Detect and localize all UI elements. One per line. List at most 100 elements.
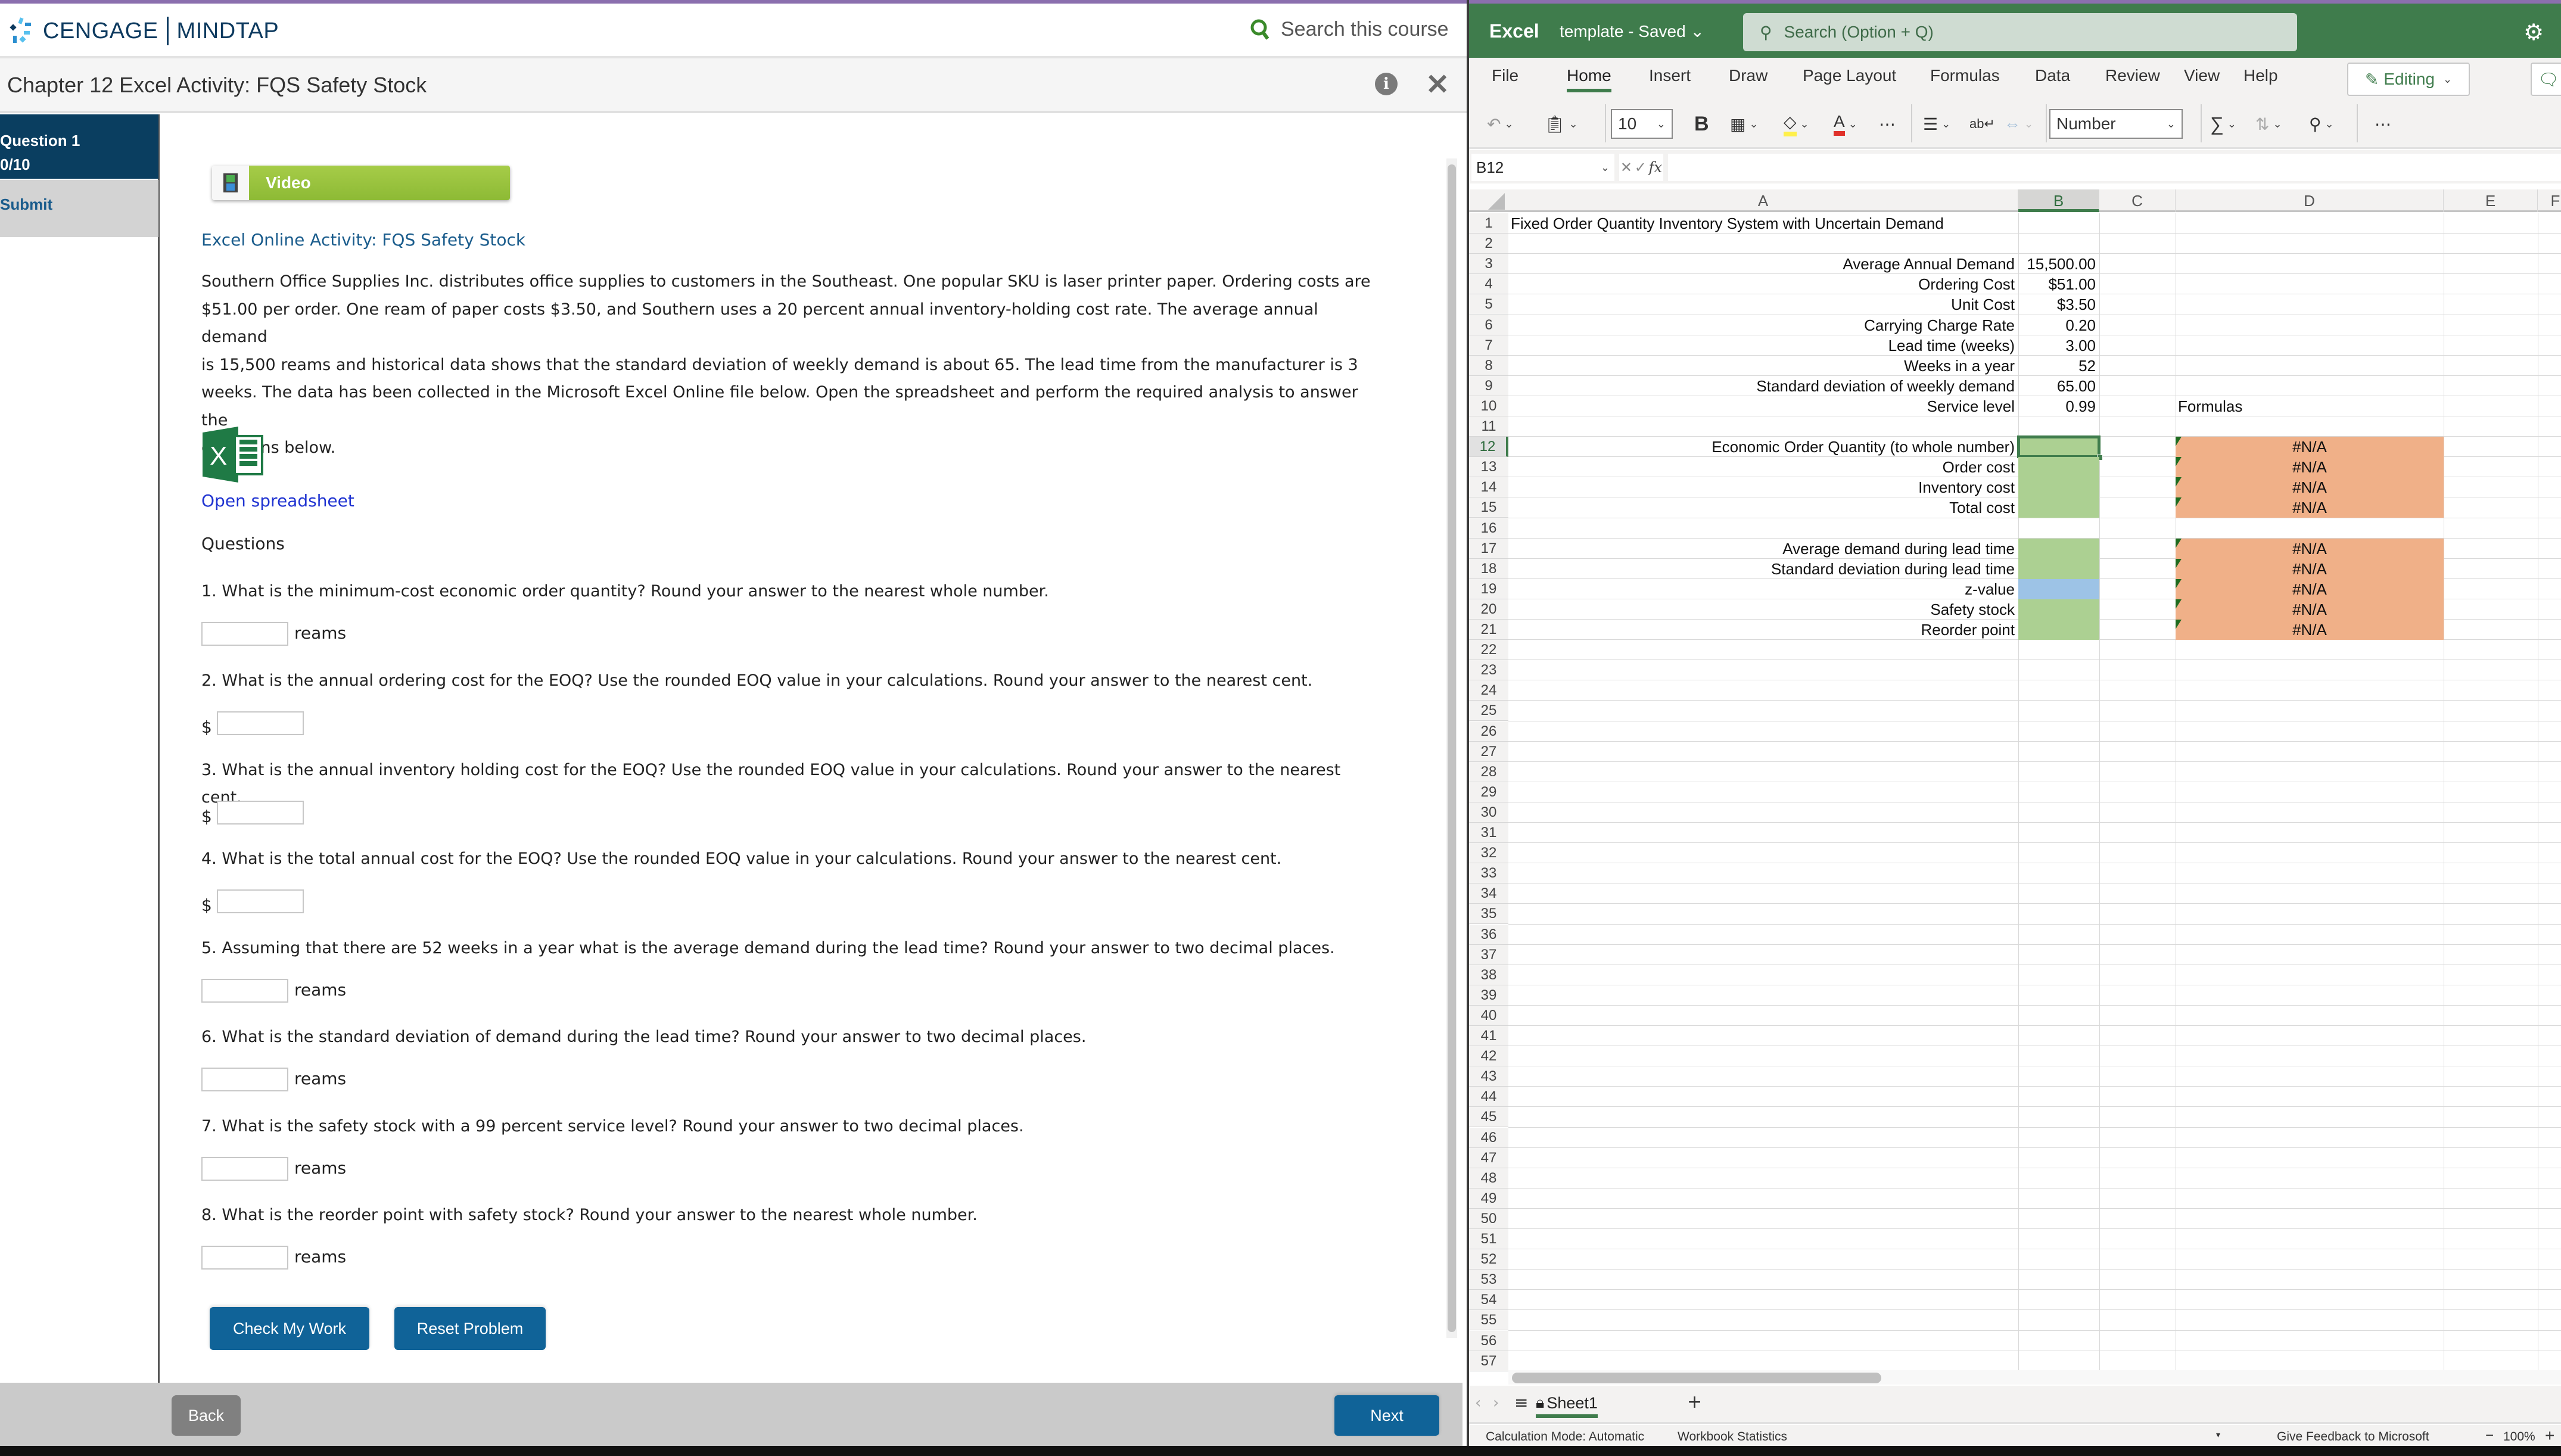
active-cell-cursor[interactable] xyxy=(2017,435,2101,459)
row-header[interactable]: 48 xyxy=(1469,1168,1508,1189)
prev-sheet-icon[interactable]: ‹ xyxy=(1475,1394,1481,1412)
cell-a3[interactable]: Average Annual Demand xyxy=(1508,254,2018,274)
ribbon-tab-formulas[interactable]: Formulas xyxy=(1930,66,2000,85)
fill-color-button[interactable]: ◇ ⌄ xyxy=(1784,109,1809,139)
cell-b8[interactable]: 52 xyxy=(2018,356,2099,376)
cell-b7[interactable]: 3.00 xyxy=(2018,335,2099,356)
borders-button[interactable]: ▦ ⌄ xyxy=(1730,109,1759,139)
cell-a13[interactable]: Order cost xyxy=(1508,457,2018,477)
cell-a19[interactable]: z-value xyxy=(1508,579,2018,599)
cell-a1[interactable]: Fixed Order Quantity Inventory System wi… xyxy=(1511,213,1944,234)
excel-app-name[interactable]: Excel xyxy=(1489,20,1539,42)
row-header[interactable]: 2 xyxy=(1469,234,1508,254)
row-header[interactable]: 5 xyxy=(1469,294,1508,315)
select-all-corner[interactable] xyxy=(1469,189,1508,212)
row-header[interactable]: 40 xyxy=(1469,1005,1508,1026)
cell-d14[interactable]: #N/A xyxy=(2176,477,2444,498)
gear-icon[interactable]: ⚙ xyxy=(2523,19,2544,45)
sidebar-item-question-1[interactable]: Question 1 0/10 xyxy=(0,114,158,179)
all-sheets-icon[interactable]: ≡ xyxy=(1514,1393,1528,1413)
cell-b20[interactable] xyxy=(2018,599,2099,620)
cell-b13[interactable] xyxy=(2018,457,2099,478)
row-header[interactable]: 55 xyxy=(1469,1310,1508,1331)
row-header[interactable]: 51 xyxy=(1469,1229,1508,1249)
error-indicator-icon[interactable] xyxy=(2176,578,2182,589)
row-header[interactable]: 3 xyxy=(1469,254,1508,275)
row-header[interactable]: 11 xyxy=(1469,416,1508,437)
font-color-button[interactable]: A ⌄ xyxy=(1834,109,1857,139)
cell-d15[interactable]: #N/A xyxy=(2176,497,2444,518)
find-button[interactable]: ⚲ ⌄ xyxy=(2309,109,2334,139)
row-header[interactable]: 6 xyxy=(1469,315,1508,335)
column-header-f[interactable]: F xyxy=(2538,189,2561,212)
error-indicator-icon[interactable] xyxy=(2176,437,2182,447)
back-button[interactable]: Back xyxy=(172,1395,241,1436)
ribbon-tab-review[interactable]: Review xyxy=(2105,66,2160,85)
font-size-select[interactable]: 10 ⌄ xyxy=(1611,109,1673,139)
cell-a14[interactable]: Inventory cost xyxy=(1508,477,2018,497)
row-header[interactable]: 54 xyxy=(1469,1290,1508,1311)
bold-button[interactable]: B xyxy=(1694,109,1709,139)
ribbon-tab-draw[interactable]: Draw xyxy=(1729,66,1768,85)
row-header[interactable]: 36 xyxy=(1469,924,1508,945)
next-sheet-icon[interactable]: › xyxy=(1493,1394,1499,1412)
row-header[interactable]: 33 xyxy=(1469,863,1508,884)
cell-d19[interactable]: #N/A xyxy=(2176,578,2444,599)
row-header[interactable]: 45 xyxy=(1469,1107,1508,1128)
row-header[interactable]: 31 xyxy=(1469,823,1508,843)
row-header[interactable]: 7 xyxy=(1469,335,1508,356)
error-indicator-icon[interactable] xyxy=(2176,457,2182,467)
row-header[interactable]: 8 xyxy=(1469,355,1508,376)
row-header[interactable]: 44 xyxy=(1469,1087,1508,1107)
row-header[interactable]: 23 xyxy=(1469,660,1508,681)
row-header[interactable]: 18 xyxy=(1469,558,1508,579)
row-header[interactable]: 25 xyxy=(1469,701,1508,721)
answer-input-q1[interactable] xyxy=(201,622,288,646)
autosum-button[interactable]: ∑ ⌄ xyxy=(2210,109,2236,139)
merge-button[interactable]: ⇔ ⌄ xyxy=(2004,109,2033,139)
close-icon[interactable]: ✕ xyxy=(1426,68,1449,101)
ribbon-tab-insert[interactable]: Insert xyxy=(1649,66,1691,85)
row-header[interactable]: 52 xyxy=(1469,1249,1508,1270)
zoom-out-icon[interactable]: − xyxy=(2485,1427,2494,1444)
check-icon[interactable]: ✓ xyxy=(1635,159,1647,176)
cengage-mindtap-logo[interactable]: CENGAGE MINDTAP xyxy=(8,17,279,45)
answer-input-q8[interactable] xyxy=(201,1246,288,1270)
cell-b15[interactable] xyxy=(2018,497,2099,518)
row-header[interactable]: 32 xyxy=(1469,843,1508,864)
row-header[interactable]: 53 xyxy=(1469,1270,1508,1290)
cell-b4[interactable]: $51.00 xyxy=(2018,274,2099,294)
cell-b6[interactable]: 0.20 xyxy=(2018,315,2099,335)
fx-icon[interactable]: fx xyxy=(1649,159,1662,176)
row-header[interactable]: 46 xyxy=(1469,1127,1508,1148)
row-header[interactable]: 30 xyxy=(1469,802,1508,823)
cell-d21[interactable]: #N/A xyxy=(2176,620,2444,640)
cell-a7[interactable]: Lead time (weeks) xyxy=(1508,335,2018,356)
sheet-tab-sheet1[interactable]: 🔒︎ Sheet1 xyxy=(1536,1392,1598,1418)
undo-button[interactable]: ↶ ⌄ xyxy=(1487,109,1514,139)
error-indicator-icon[interactable] xyxy=(2176,497,2182,508)
info-icon[interactable]: i xyxy=(1375,73,1398,95)
cell-a5[interactable]: Unit Cost xyxy=(1508,294,2018,315)
course-search[interactable]: Search this course xyxy=(1250,18,1449,41)
cell-a20[interactable]: Safety stock xyxy=(1508,599,2018,620)
answer-input-q2[interactable] xyxy=(217,711,304,735)
reset-problem-button[interactable]: Reset Problem xyxy=(394,1307,546,1350)
row-header[interactable]: 4 xyxy=(1469,274,1508,295)
row-header[interactable]: 56 xyxy=(1469,1330,1508,1351)
more-font-options-button[interactable]: ⋯ xyxy=(1879,109,1896,139)
cell-a8[interactable]: Weeks in a year xyxy=(1508,356,2018,376)
scrollbar-thumb[interactable] xyxy=(1448,164,1456,1332)
name-box[interactable]: B12 ⌄ xyxy=(1471,154,1614,181)
ribbon-tab-view[interactable]: View xyxy=(2184,66,2220,85)
row-header[interactable]: 49 xyxy=(1469,1188,1508,1209)
column-header-a[interactable]: A xyxy=(1508,189,2018,212)
answer-input-q3[interactable] xyxy=(217,801,304,825)
cell-b3[interactable]: 15,500.00 xyxy=(2018,254,2099,274)
column-header-d[interactable]: D xyxy=(2176,189,2444,212)
number-format-select[interactable]: Number ⌄ xyxy=(2049,109,2183,139)
row-header[interactable]: 14 xyxy=(1469,477,1508,498)
zoom-in-icon[interactable]: + xyxy=(2545,1426,2554,1445)
paste-button[interactable]: 📋︎ ⌄ xyxy=(1544,109,1578,139)
ribbon-tab-file[interactable]: File xyxy=(1492,66,1518,85)
